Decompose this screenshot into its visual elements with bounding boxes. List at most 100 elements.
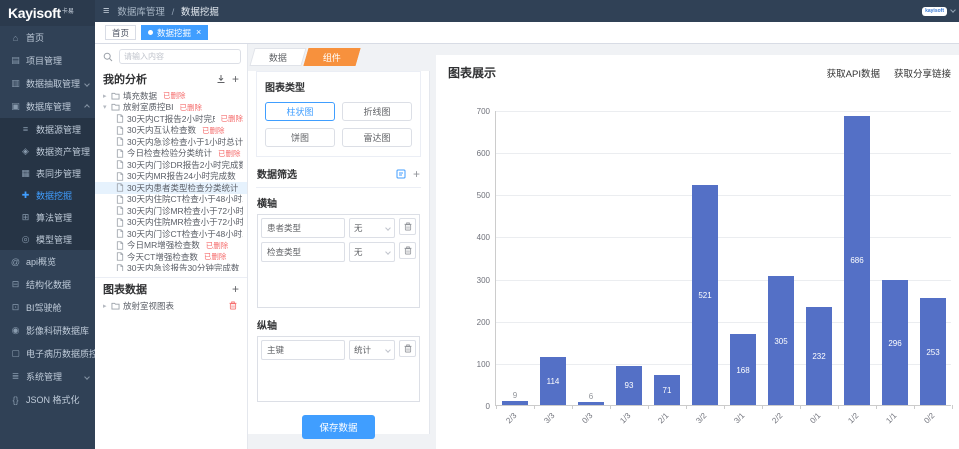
sidebar-item-json[interactable]: {}JSON 格式化: [0, 388, 95, 411]
field-name-box[interactable]: 主键: [261, 340, 345, 360]
bar-value-label: 9: [502, 391, 528, 400]
sidebar-item-api[interactable]: @api概览: [0, 250, 95, 273]
sidebar-item-algorithm[interactable]: ⊞算法管理: [0, 206, 95, 228]
tree-folder-row[interactable]: ▸填充数据已删除: [95, 90, 247, 102]
trash-icon[interactable]: [229, 301, 237, 310]
x-axis-tick: [610, 405, 611, 409]
caret-down-icon[interactable]: ▾: [103, 103, 111, 111]
trash-icon[interactable]: [399, 242, 416, 259]
tab-home[interactable]: 首页: [105, 25, 136, 40]
chevron-down-icon[interactable]: [950, 7, 956, 13]
sidebar-item-model[interactable]: ◎模型管理: [0, 228, 95, 250]
get-api-data-link[interactable]: 获取API数据: [827, 66, 880, 80]
search-icon[interactable]: [101, 50, 115, 64]
sidebar-item-label: 首页: [26, 31, 44, 44]
sidebar-item-imaging[interactable]: ◉影像科研数据库: [0, 319, 95, 342]
sidebar-item-structured[interactable]: ⊟结构化数据: [0, 273, 95, 296]
tree-item-row[interactable]: 今天CT增强检查数已删除: [95, 251, 247, 263]
sidebar-item-table-sync[interactable]: ▦表同步管理: [0, 162, 95, 184]
sidebar-item-mining[interactable]: ✚数据挖掘: [0, 184, 95, 206]
sidebar-item-system[interactable]: ≣系统管理: [0, 365, 95, 388]
v-axis-label: 纵轴: [257, 317, 420, 332]
topbar-right: kayisoft: [922, 7, 955, 16]
bar-3-3[interactable]: 114: [540, 357, 566, 405]
aggregation-select[interactable]: 无: [349, 218, 395, 238]
sidebar-item-extract[interactable]: ▥数据抽取管理: [0, 72, 95, 95]
aggregation-select[interactable]: 统计: [349, 340, 395, 360]
save-data-button[interactable]: 保存数据: [302, 415, 374, 439]
chart-type-bar-button[interactable]: 柱状图: [265, 102, 335, 121]
sidebar-item-home[interactable]: ⌂首页: [0, 26, 95, 49]
trash-icon[interactable]: [399, 340, 416, 357]
tree-item-row[interactable]: 今日MR增强检查数已删除: [95, 240, 247, 252]
chart-type-pie-button[interactable]: 饼图: [265, 128, 335, 147]
sidebar-item-bi[interactable]: ⊡BI驾驶舱: [0, 296, 95, 319]
hamburger-icon[interactable]: ≡: [103, 5, 109, 17]
sidebar-menu: ⌂首页▤项目管理▥数据抽取管理▣数据库管理≡数据源管理◈数据资产管理▦表同步管理…: [0, 26, 95, 411]
sidebar-item-label: BI驾驶舱: [26, 301, 62, 314]
sidebar-item-label: 算法管理: [36, 211, 72, 224]
tree-item-row[interactable]: 30天内CT报告2小时完成数已删除: [95, 113, 247, 125]
tree-item-row[interactable]: 30天内门诊CT检查小于48小时总计: [95, 228, 247, 240]
breadcrumb-item-current: 数据挖掘: [181, 7, 219, 18]
field-name-box[interactable]: 患者类型: [261, 218, 345, 238]
bar-2-2[interactable]: 305: [768, 276, 794, 405]
tree-folder-row[interactable]: ▾放射室质控BI已删除: [95, 102, 247, 114]
tree-item-row[interactable]: 30天内住院MR检查小于72小时总计: [95, 217, 247, 229]
sidebar-item-database[interactable]: ▣数据库管理: [0, 95, 95, 118]
add-analysis-icon[interactable]: +: [232, 73, 239, 85]
bar-2-3[interactable]: 9: [502, 401, 528, 405]
bar-1-2[interactable]: 686: [844, 116, 870, 405]
caret-right-icon[interactable]: ▸: [103, 92, 111, 100]
tree-item-label: 放射室质控BI: [123, 102, 174, 114]
chevron-up-icon: [84, 104, 90, 110]
chart-card: 图表展示 获取API数据 获取分享链接 01002003004005006007…: [436, 55, 959, 449]
aggregation-select[interactable]: 无: [349, 242, 395, 262]
bar-1-3[interactable]: 93: [616, 366, 642, 405]
tree-item-row[interactable]: 30天内急诊报告30分钟完成数: [95, 263, 247, 272]
chart-type-radar-button[interactable]: 雷达图: [342, 128, 412, 147]
bar-0-1[interactable]: 232: [806, 307, 832, 405]
add-chart-data-icon[interactable]: +: [232, 283, 239, 295]
bar-2-1[interactable]: 71: [654, 375, 680, 405]
trash-icon[interactable]: [399, 218, 416, 235]
logo-suffix: 卡易: [62, 6, 74, 15]
tree-folder-row[interactable]: ▸放射室视图表: [95, 300, 247, 312]
download-icon[interactable]: [216, 74, 226, 84]
tree-item-row[interactable]: 30天内急诊检查小于1小时总计: [95, 136, 247, 148]
tree-item-row[interactable]: 30天内MR报告24小时完成数: [95, 171, 247, 183]
add-filter-icon[interactable]: +: [413, 168, 420, 180]
config-tab-data[interactable]: 数据: [249, 48, 306, 66]
chart-type-label: 图表类型: [265, 79, 412, 94]
breadcrumb-item[interactable]: 数据库管理: [117, 7, 165, 18]
chart-type-line-button[interactable]: 折线图: [342, 102, 412, 121]
bar-3-2[interactable]: 521: [692, 185, 718, 405]
tree-item-row[interactable]: 30天内门诊DR报告2小时完成数: [95, 159, 247, 171]
filter-copy-icon[interactable]: [396, 169, 406, 179]
sidebar-item-project[interactable]: ▤项目管理: [0, 49, 95, 72]
bar-1-1[interactable]: 296: [882, 280, 908, 405]
tree-item-row[interactable]: 30天内互认检查数已删除: [95, 125, 247, 137]
bar-0-3[interactable]: 6: [578, 402, 604, 405]
sidebar-item-datasource[interactable]: ≡数据源管理: [0, 118, 95, 140]
file-icon: [116, 252, 124, 261]
search-input[interactable]: [119, 49, 241, 64]
user-avatar[interactable]: kayisoft: [922, 7, 947, 16]
close-icon[interactable]: ×: [196, 28, 201, 37]
caret-right-icon[interactable]: ▸: [103, 302, 111, 310]
field-name-box[interactable]: 检查类型: [261, 242, 345, 262]
breadcrumb-separator: /: [172, 7, 175, 18]
tab-data-mining[interactable]: 数据挖掘×: [141, 25, 208, 40]
sidebar-item-asset[interactable]: ◈数据资产管理: [0, 140, 95, 162]
folder-icon: [111, 92, 120, 100]
tree-item-row[interactable]: 30天内住院CT检查小于48小时总计: [95, 194, 247, 206]
tree-item-row[interactable]: 30天内患者类型检查分类统计: [95, 182, 247, 194]
tree-item-row[interactable]: 30天内门诊MR检查小于72小时总计: [95, 205, 247, 217]
bar-0-2[interactable]: 253: [920, 298, 946, 405]
get-share-link[interactable]: 获取分享链接: [894, 66, 951, 80]
sidebar-item-emr[interactable]: ▢电子病历数据质控: [0, 342, 95, 365]
bar-3-1[interactable]: 168: [730, 334, 756, 405]
axis-field-row: 主键统计: [261, 340, 416, 360]
config-tab-component[interactable]: 组件: [303, 48, 360, 66]
tree-item-row[interactable]: 今日检查检验分类统计已删除: [95, 148, 247, 160]
